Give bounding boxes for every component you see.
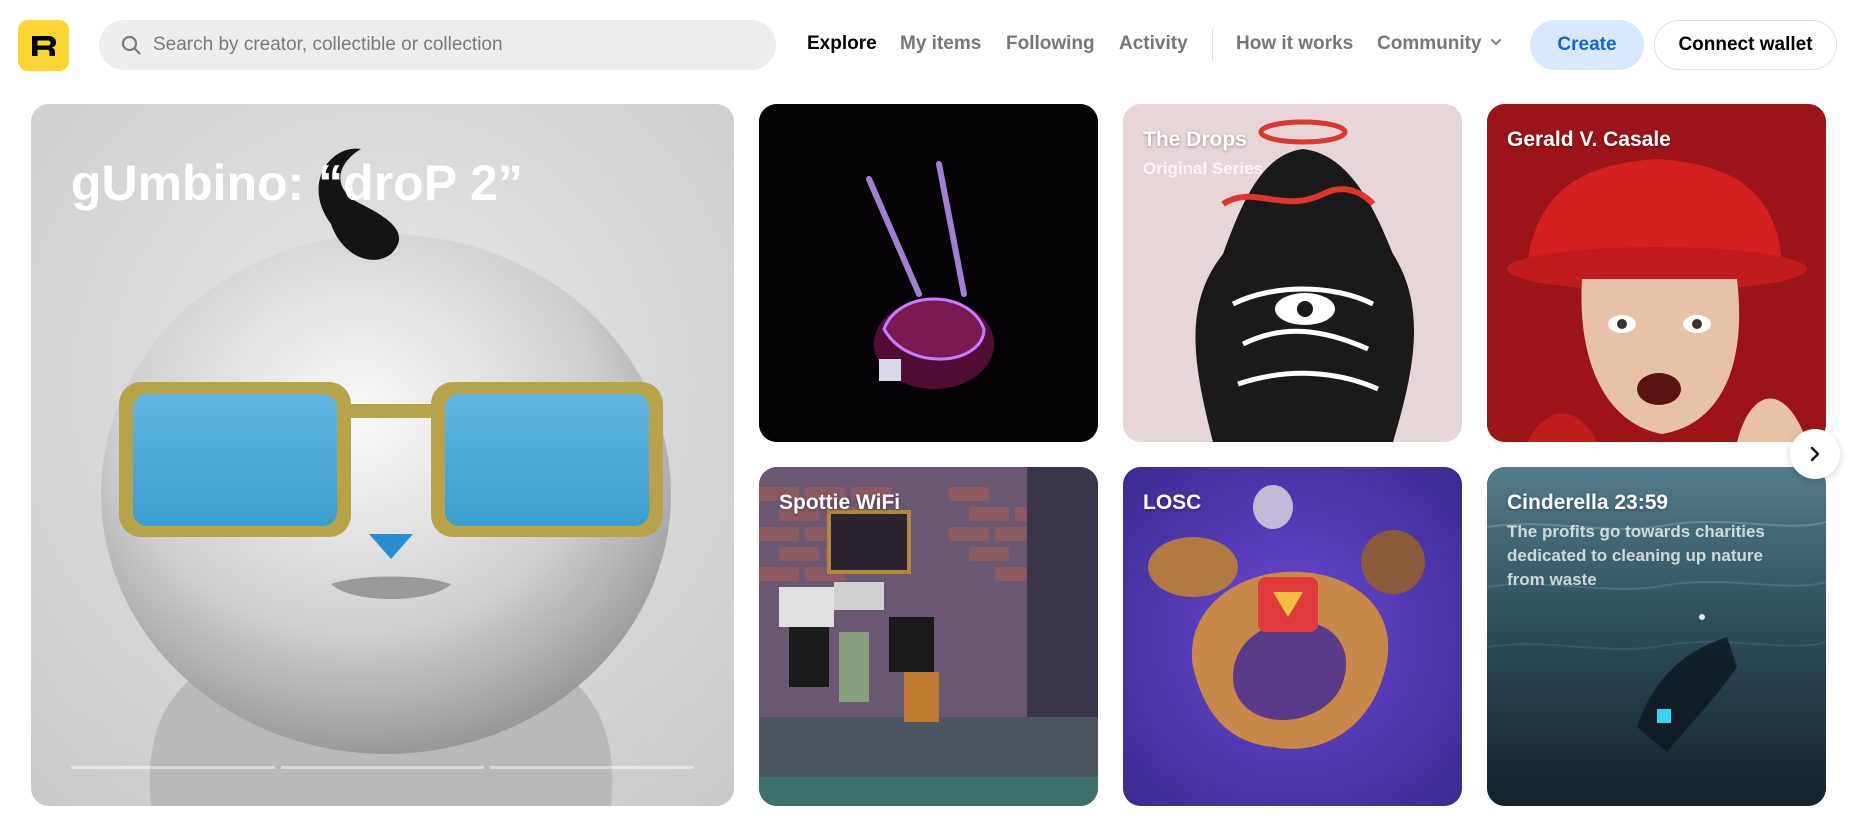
chevron-down-icon (1490, 39, 1501, 46)
collection-card-losc[interactable]: LOSC (1123, 467, 1462, 806)
card-6-subtitle: The profits go towards charities dedicat… (1507, 522, 1765, 589)
card-6-title: Cinderella 23:59 (1507, 491, 1669, 514)
progress-segment-1[interactable] (71, 766, 275, 769)
search-icon (121, 35, 141, 55)
rarible-logo[interactable] (18, 20, 69, 71)
card-2-artwork-image (1123, 104, 1462, 442)
create-button[interactable]: Create (1530, 20, 1644, 70)
card-4-artwork-image (759, 467, 1098, 806)
nav-community-label: Community (1377, 33, 1482, 54)
card-2-title: The Drops (1143, 128, 1247, 151)
collection-card-1[interactable] (759, 104, 1098, 442)
card-5-title: LOSC (1143, 491, 1202, 514)
nav-how-it-works[interactable]: How it works (1236, 33, 1353, 55)
hero-card[interactable]: gUmbino: “droP 2” (31, 104, 734, 806)
top-navigation-bar: Explore My items Following Activity How … (0, 0, 1853, 90)
nav-following[interactable]: Following (1006, 33, 1095, 55)
carousel-next-button[interactable] (1790, 429, 1840, 479)
search-bar[interactable] (99, 20, 776, 70)
nav-my-items[interactable]: My items (900, 33, 981, 55)
nav-explore[interactable]: Explore (807, 33, 877, 55)
chevron-right-icon (1810, 446, 1820, 462)
nav-activity[interactable]: Activity (1119, 33, 1188, 55)
progress-segment-3[interactable] (490, 766, 695, 769)
nav-divider (1212, 29, 1213, 61)
hero-title: gUmbino: “droP 2” (71, 155, 523, 211)
carousel-progress (71, 766, 695, 769)
card-5-artwork-image (1123, 467, 1462, 806)
rarible-logo-icon (31, 35, 56, 56)
card-6-artwork-image (1487, 467, 1826, 806)
nav-community[interactable]: Community (1377, 33, 1502, 55)
connect-wallet-button[interactable]: Connect wallet (1654, 20, 1837, 70)
progress-segment-2[interactable] (280, 766, 485, 769)
card-3-artwork-image (1487, 104, 1826, 442)
card-1-artwork-image (759, 104, 1098, 442)
collection-card-gerald-v-casale[interactable]: Gerald V. Casale (1487, 104, 1826, 442)
card-4-title: Spottie WiFi (779, 491, 901, 514)
search-input[interactable] (153, 30, 753, 60)
collection-card-spottie-wifi[interactable]: Spottie WiFi (759, 467, 1098, 806)
collection-card-the-drops[interactable]: The Drops Original Series (1123, 104, 1462, 442)
collection-card-cinderella-2359[interactable]: Cinderella 23:59 The profits go towards … (1487, 467, 1826, 806)
card-3-title: Gerald V. Casale (1507, 128, 1671, 151)
card-2-subtitle: Original Series (1143, 159, 1263, 178)
